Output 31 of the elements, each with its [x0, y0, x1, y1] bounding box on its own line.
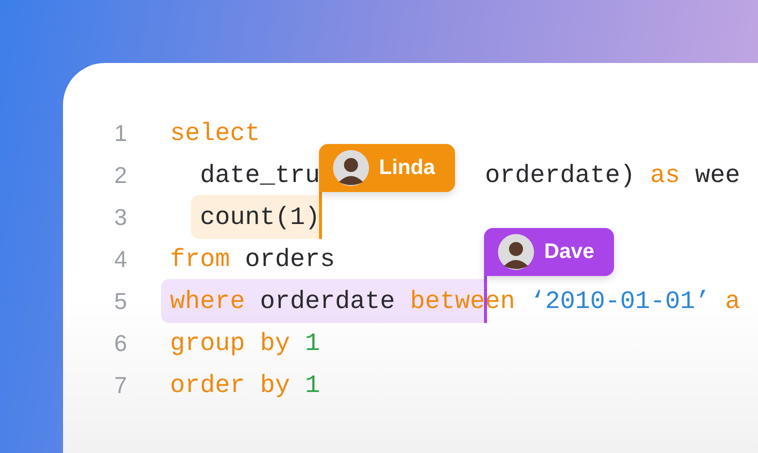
code-token: orders	[245, 244, 336, 274]
code-token: 1	[305, 328, 320, 358]
code-token: orderdate)	[485, 160, 636, 190]
code-token: betwe	[410, 286, 486, 316]
line-number: 2	[113, 162, 127, 188]
line-number: 3	[113, 204, 127, 230]
code-token: order	[170, 370, 246, 400]
code-token: where	[170, 286, 246, 316]
avatar-icon	[498, 234, 534, 270]
code-token: from	[170, 244, 230, 274]
code-token: count(1)	[200, 202, 320, 232]
user-name: Dave	[544, 240, 594, 264]
code-token: en	[485, 286, 516, 316]
code-token: as	[650, 160, 680, 190]
code-token: ‘2010-01-01’	[530, 286, 710, 316]
code-token: date_tru	[200, 160, 320, 190]
line-number: 1	[113, 120, 127, 146]
avatar-icon	[333, 150, 370, 186]
code-token: 1	[305, 370, 320, 400]
code-token: by	[260, 328, 290, 358]
line-number: 5	[113, 288, 127, 314]
line-number: 6	[113, 330, 127, 356]
code-token: select	[170, 118, 260, 148]
line-number: 7	[113, 372, 127, 398]
code-token: a	[725, 286, 740, 316]
code-token: wee	[695, 160, 740, 190]
code-token: group	[170, 328, 246, 358]
code-token: orderdate	[260, 286, 396, 316]
line-number: 4	[113, 246, 127, 272]
user-name: Linda	[379, 156, 436, 180]
code-token: by	[260, 370, 290, 400]
